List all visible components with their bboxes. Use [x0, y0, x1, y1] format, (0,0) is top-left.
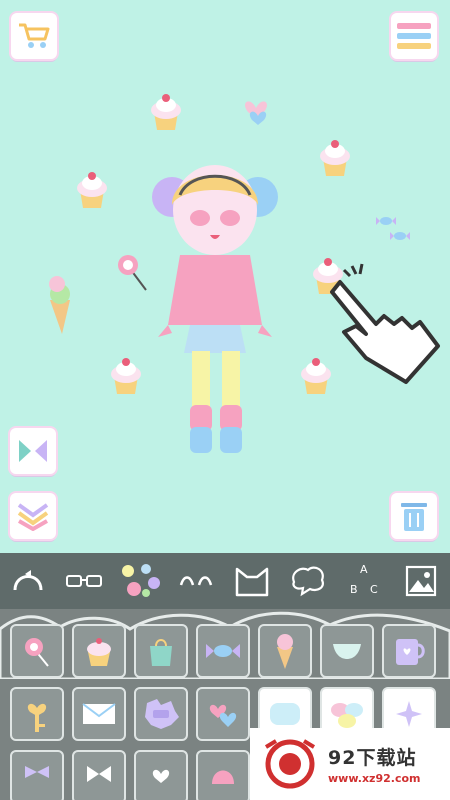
label-sticker-item-icon	[145, 699, 179, 729]
item-slot[interactable]	[258, 624, 312, 678]
cupcake-sticker[interactable]	[74, 170, 110, 210]
hearts-small-item-icon	[152, 769, 170, 783]
headband-icon	[13, 570, 43, 591]
envelope-item-icon	[82, 703, 116, 724]
picture-icon	[405, 565, 437, 597]
flip-button[interactable]	[10, 428, 56, 474]
candy-sticker[interactable]	[372, 212, 412, 244]
lollipop-item-icon	[25, 638, 49, 667]
sparkle-star-item-icon	[396, 701, 422, 727]
item-slot[interactable]	[134, 687, 188, 741]
teacup-item-icon	[333, 644, 361, 659]
item-slot[interactable]	[134, 624, 188, 678]
category-toolbar: A B C	[0, 553, 450, 609]
tab-glasses[interactable]	[56, 553, 112, 609]
cushion-item-icon	[270, 703, 300, 725]
cupcake-sticker[interactable]	[108, 356, 144, 396]
item-slot[interactable]	[10, 750, 64, 800]
game-screen: A B C 92下载站 www.xz92.com	[0, 0, 450, 800]
text-abc-icon: A B C	[350, 563, 378, 596]
cat-silhouette-icon	[235, 567, 269, 597]
tab-cat[interactable]	[224, 553, 280, 609]
tab-text-letter-c: C	[370, 583, 378, 596]
macarons-item-icon	[331, 703, 363, 728]
tab-text-letter-b: B	[350, 583, 358, 596]
tab-picture[interactable]	[392, 553, 450, 609]
item-slot[interactable]	[72, 687, 126, 741]
gift-bag-item-icon	[150, 639, 172, 666]
tab-text[interactable]: A B C	[336, 553, 392, 609]
shop-button[interactable]	[11, 13, 57, 59]
mouth-icon	[179, 576, 213, 586]
watermark-text-block: 92下载站 www.xz92.com	[328, 743, 421, 785]
tab-speech-bubble[interactable]	[280, 553, 336, 609]
item-slot[interactable]	[134, 750, 188, 800]
flip-horizontal-icon	[19, 440, 47, 462]
glasses-icon	[66, 575, 102, 587]
mug-item-icon	[396, 639, 425, 665]
tab-mouth[interactable]	[168, 553, 224, 609]
cupcake-sticker[interactable]	[317, 138, 353, 178]
item-slot[interactable]	[196, 687, 250, 741]
speech-bubble-icon	[292, 566, 324, 597]
jelly-item-icon	[212, 770, 234, 784]
lollipop-sticker[interactable]	[114, 252, 152, 294]
cupcake-item-icon	[87, 638, 111, 666]
item-slot[interactable]	[196, 750, 250, 800]
trash-button[interactable]	[391, 493, 437, 539]
site-logo-icon	[264, 739, 316, 789]
watermark-url: www.xz92.com	[328, 772, 421, 785]
tab-accessory[interactable]	[112, 553, 168, 609]
item-slot[interactable]	[72, 750, 126, 800]
pointing-hand-icon	[330, 263, 440, 384]
layer-button[interactable]	[10, 493, 56, 539]
candy-item-icon	[206, 644, 240, 658]
cupcake-sticker[interactable]	[148, 92, 184, 132]
hearts-item-icon	[209, 704, 237, 727]
item-slot[interactable]	[10, 624, 64, 678]
item-slot[interactable]	[320, 624, 374, 678]
key-item-icon	[27, 703, 47, 732]
watermark-title: 92下载站	[328, 747, 417, 769]
accessory-icon	[122, 564, 160, 597]
bows-item-icon	[25, 766, 49, 778]
heart-pair-sticker[interactable]	[238, 92, 274, 128]
bow-item-icon	[87, 766, 111, 782]
ice-cream-item-icon	[277, 634, 293, 669]
tab-text-letter-a: A	[360, 563, 368, 576]
layer-down-icon	[17, 503, 49, 531]
item-slot[interactable]	[196, 624, 250, 678]
ice-cream-cone-sticker[interactable]	[42, 274, 78, 336]
menu-button[interactable]	[391, 13, 437, 59]
item-slot[interactable]	[72, 624, 126, 678]
item-slot[interactable]	[382, 624, 436, 678]
trash-icon	[401, 503, 427, 531]
tab-headband[interactable]	[0, 553, 56, 609]
shopping-cart-icon	[19, 23, 50, 48]
chibi-character[interactable]	[150, 155, 280, 460]
hamburger-menu-icon	[397, 23, 431, 49]
item-slot[interactable]	[10, 687, 64, 741]
site-watermark: 92下载站 www.xz92.com	[250, 728, 450, 800]
